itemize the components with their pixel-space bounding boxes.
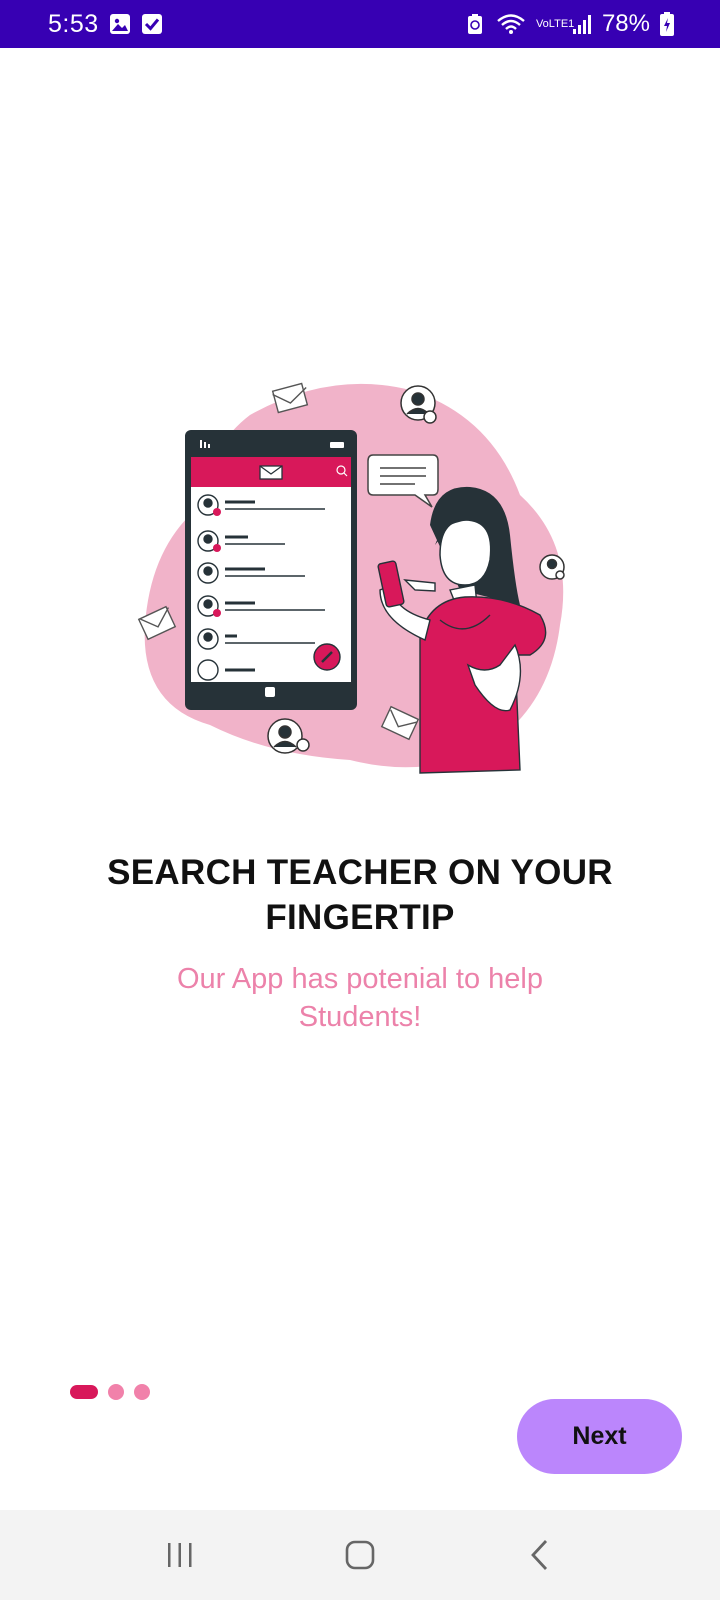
phone-mockup: [185, 430, 357, 710]
system-nav-bar: [0, 1510, 720, 1600]
recent-apps-icon: [168, 1543, 192, 1567]
page-dot[interactable]: [108, 1384, 124, 1400]
wifi-icon: [497, 14, 525, 34]
battery-saver-icon: [467, 14, 482, 34]
onboarding-subtitle: Our App has potenial to help Students!: [177, 963, 543, 1033]
page-dot[interactable]: [134, 1384, 150, 1400]
battery-icon: [660, 12, 674, 36]
gallery-icon: [109, 14, 130, 34]
volte-icon: VoLTE1: [535, 17, 575, 30]
battery-percent: 78%: [601, 10, 650, 37]
onboarding-title: SEARCH TEACHER ON YOUR FINGERTIP: [107, 853, 613, 937]
status-right: VoLTE1 78%: [464, 10, 674, 38]
home-icon: [345, 1540, 375, 1570]
page-dot-active[interactable]: [70, 1385, 98, 1399]
onboarding-illustration: [137, 382, 565, 774]
back-button[interactable]: [510, 1525, 570, 1585]
signal-icon: [572, 15, 591, 34]
page-indicator: [70, 1384, 150, 1400]
next-button[interactable]: Next: [517, 1399, 682, 1474]
status-time: 5:53: [48, 9, 99, 38]
recent-apps-button[interactable]: [150, 1525, 210, 1585]
back-icon: [531, 1540, 548, 1570]
home-button[interactable]: [330, 1525, 390, 1585]
status-bar: 5:53 VoLTE1 78%: [0, 0, 720, 48]
status-left: 5:53: [48, 10, 163, 39]
checkbox-icon: [141, 14, 162, 34]
avatar-bubble-right: [539, 554, 565, 580]
